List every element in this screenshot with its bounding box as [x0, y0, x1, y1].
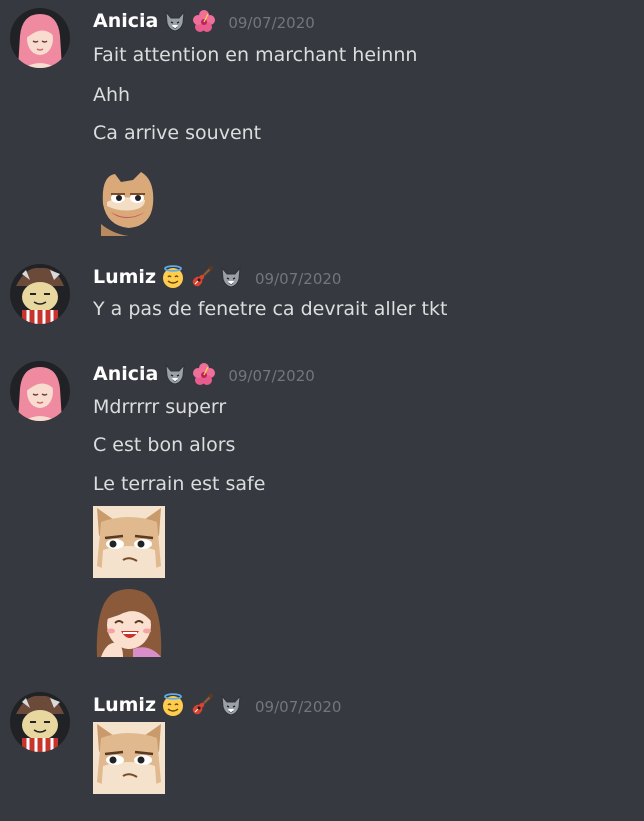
wolf-badge-icon [163, 9, 187, 33]
anicia-avatar-icon [10, 8, 70, 68]
avatar[interactable] [10, 8, 70, 68]
smug-cat-emote[interactable] [93, 506, 165, 578]
message-header: Lumiz 09/07/2020 [93, 264, 341, 290]
anicia-avatar-icon [10, 361, 70, 421]
message-header: Lumiz 09/07/2020 [93, 692, 341, 718]
hibiscus-flower-icon [192, 362, 216, 386]
message-text: Ahh [93, 84, 131, 106]
avatar[interactable] [10, 361, 70, 421]
hibiscus-flower-icon [192, 9, 216, 33]
timestamp: 09/07/2020 [255, 269, 342, 288]
guitar-icon [190, 693, 214, 717]
timestamp: 09/07/2020 [228, 366, 315, 385]
chat-messages: Anicia 09/07/2020 Fait attention en marc… [0, 0, 644, 821]
username[interactable]: Lumiz [93, 694, 156, 716]
username[interactable]: Lumiz [93, 266, 156, 288]
username[interactable]: Anicia [93, 363, 158, 385]
message-text: Mdrrrrr superr [93, 396, 227, 418]
lumiz-avatar-icon [10, 264, 70, 324]
wolf-badge-icon [219, 693, 243, 717]
wolf-badge-icon [219, 265, 243, 289]
avatar[interactable] [10, 692, 70, 752]
message-text: C est bon alors [93, 434, 236, 456]
message-header: Anicia 09/07/2020 [93, 361, 315, 387]
timestamp: 09/07/2020 [228, 13, 315, 32]
message-text: Ca arrive souvent [93, 122, 262, 144]
message-header: Anicia 09/07/2020 [93, 8, 315, 34]
wolf-badge-icon [163, 362, 187, 386]
avatar[interactable] [10, 264, 70, 324]
angel-face-emoji-icon [161, 265, 185, 289]
angel-face-emoji-icon [161, 693, 185, 717]
message-text: Le terrain est safe [93, 473, 266, 495]
guitar-icon [190, 265, 214, 289]
message-text: Fait attention en marchant heinnn [93, 44, 418, 66]
laughing-girl-emote[interactable] [93, 585, 165, 657]
pepe-cat-emote[interactable] [93, 164, 165, 236]
smug-cat-emote[interactable] [93, 722, 165, 794]
timestamp: 09/07/2020 [255, 697, 342, 716]
message-text: Y a pas de fenetre ca devrait aller tkt [93, 298, 448, 320]
username[interactable]: Anicia [93, 10, 158, 32]
lumiz-avatar-icon [10, 692, 70, 752]
